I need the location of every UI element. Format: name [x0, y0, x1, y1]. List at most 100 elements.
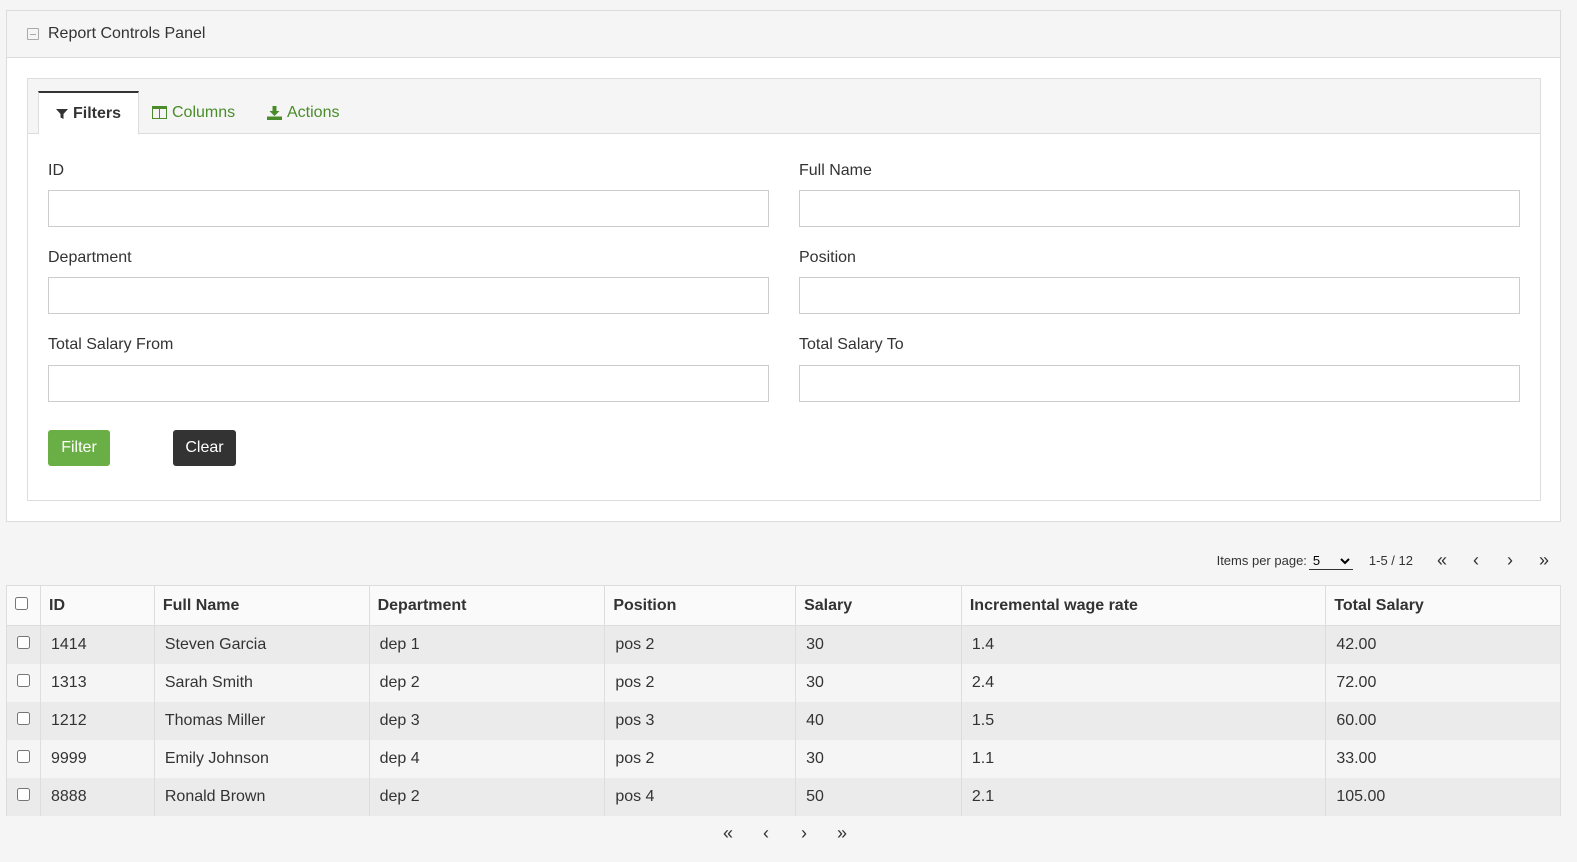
items-per-page-select[interactable]: 5: [1308, 551, 1353, 570]
table-cell: 30: [795, 625, 962, 664]
table-row[interactable]: 1212 Thomas Miller dep 3 pos 3 40 1.5 60…: [6, 701, 1561, 740]
table-cell: dep 4: [368, 739, 606, 778]
tab-label: Actions: [287, 103, 340, 121]
table-cell: 1.5: [960, 701, 1327, 740]
table-cell: 72.00: [1325, 663, 1561, 702]
panel-title: Report Controls Panel: [48, 25, 206, 42]
column-header[interactable]: Incremental wage rate: [960, 585, 1327, 626]
first-page-button[interactable]: «: [709, 823, 747, 844]
table-cell: pos 2: [604, 663, 797, 702]
next-page-button[interactable]: ›: [1493, 550, 1527, 571]
table-row[interactable]: 1414 Steven Garcia dep 1 pos 2 30 1.4 42…: [6, 625, 1561, 664]
filter-button[interactable]: Filter: [48, 430, 110, 466]
column-header[interactable]: Salary: [795, 585, 962, 626]
table-cell: 2.4: [960, 663, 1327, 702]
table-row[interactable]: 1313 Sarah Smith dep 2 pos 2 30 2.4 72.0…: [6, 663, 1561, 702]
table-cell: dep 2: [368, 777, 606, 816]
last-page-button[interactable]: »: [823, 823, 861, 844]
row-select-cell: [6, 663, 41, 702]
row-select-cell: [6, 777, 41, 816]
table-cell: 50: [795, 777, 962, 816]
table-cell: 1.1: [960, 739, 1327, 778]
tab-columns[interactable]: Columns: [135, 91, 252, 134]
position-input[interactable]: [799, 277, 1520, 314]
department-label: Department: [48, 249, 132, 266]
id-label: ID: [48, 162, 64, 179]
table-row[interactable]: 9999 Emily Johnson dep 4 pos 2 30 1.1 33…: [6, 739, 1561, 778]
row-checkbox[interactable]: [17, 673, 30, 687]
tab-box: Filters Columns Actions ID Full Name Dep…: [27, 78, 1541, 501]
next-page-button[interactable]: ›: [785, 823, 823, 844]
first-page-button[interactable]: «: [1425, 550, 1459, 571]
total-salary-to-label: Total Salary To: [799, 336, 904, 353]
table-cell: 1414: [40, 625, 155, 664]
table-cell: 30: [795, 739, 962, 778]
table-cell: pos 4: [604, 777, 797, 816]
table-header-row: ID Full Name Department Position Salary …: [6, 585, 1561, 626]
id-input[interactable]: [48, 190, 769, 227]
prev-page-button[interactable]: ‹: [1459, 550, 1493, 571]
table-cell: pos 3: [604, 701, 797, 740]
total-salary-from-label: Total Salary From: [48, 336, 174, 353]
last-page-button[interactable]: »: [1527, 550, 1561, 571]
download-icon: [267, 105, 282, 120]
table-cell: Thomas Miller: [153, 701, 370, 740]
table-cell: 60.00: [1325, 701, 1561, 740]
clear-button[interactable]: Clear: [173, 430, 236, 466]
row-select-cell: [6, 625, 41, 664]
tab-label: Filters: [73, 104, 122, 122]
column-header[interactable]: Total Salary: [1325, 585, 1561, 626]
select-all-checkbox[interactable]: [15, 596, 28, 610]
row-checkbox[interactable]: [17, 635, 30, 649]
position-label: Position: [799, 249, 856, 266]
table-cell: 1212: [40, 701, 155, 740]
total-salary-from-input[interactable]: [48, 365, 769, 402]
table-cell: dep 2: [368, 663, 606, 702]
column-header[interactable]: Position: [604, 585, 797, 626]
page-range: 1-5 / 12: [1368, 553, 1413, 568]
full-name-label: Full Name: [799, 162, 872, 179]
table-cell: 105.00: [1325, 777, 1561, 816]
row-checkbox[interactable]: [17, 787, 30, 801]
collapse-icon[interactable]: [27, 28, 39, 40]
table-cell: 33.00: [1325, 739, 1561, 778]
table-cell: Emily Johnson: [153, 739, 370, 778]
report-controls-panel: Report Controls Panel Filters Columns Ac…: [6, 10, 1561, 522]
full-name-input[interactable]: [799, 190, 1520, 227]
tab-filters[interactable]: Filters: [38, 91, 140, 135]
panel-header[interactable]: Report Controls Panel: [7, 11, 1560, 58]
row-checkbox[interactable]: [17, 711, 30, 725]
table-cell: 1.4: [960, 625, 1327, 664]
table-cell: Sarah Smith: [153, 663, 370, 702]
row-select-cell: [6, 701, 41, 740]
columns-icon: [152, 106, 167, 119]
column-header[interactable]: Department: [368, 585, 606, 626]
prev-page-button[interactable]: ‹: [747, 823, 785, 844]
table-cell: Steven Garcia: [153, 625, 370, 664]
total-salary-to-input[interactable]: [799, 365, 1520, 402]
row-select-cell: [6, 739, 41, 778]
filter-icon: [56, 108, 68, 120]
table-cell: dep 3: [368, 701, 606, 740]
items-per-page-label: Items per page:: [1216, 553, 1307, 568]
data-table: ID Full Name Department Position Salary …: [6, 585, 1561, 816]
tab-bar: Filters Columns Actions: [28, 79, 1540, 135]
column-header[interactable]: Full Name: [153, 585, 370, 626]
column-header[interactable]: ID: [40, 585, 155, 626]
row-checkbox[interactable]: [17, 749, 30, 763]
table-row[interactable]: 8888 Ronald Brown dep 2 pos 4 50 2.1 105…: [6, 777, 1561, 816]
pager-bottom: « ‹ › »: [709, 823, 861, 844]
table-cell: pos 2: [604, 625, 797, 664]
tab-label: Columns: [172, 103, 236, 121]
department-input[interactable]: [48, 277, 769, 314]
table-cell: 1313: [40, 663, 155, 702]
select-all-cell: [6, 585, 41, 626]
tab-actions[interactable]: Actions: [250, 91, 356, 134]
table-cell: 2.1: [960, 777, 1327, 816]
table-cell: 40: [795, 701, 962, 740]
table-cell: 42.00: [1325, 625, 1561, 664]
pager-top: Items per page: 5 1-5 / 12 « ‹ › »: [1217, 550, 1561, 571]
table-cell: 30: [795, 663, 962, 702]
table-cell: pos 2: [604, 739, 797, 778]
table-cell: 8888: [40, 777, 155, 816]
